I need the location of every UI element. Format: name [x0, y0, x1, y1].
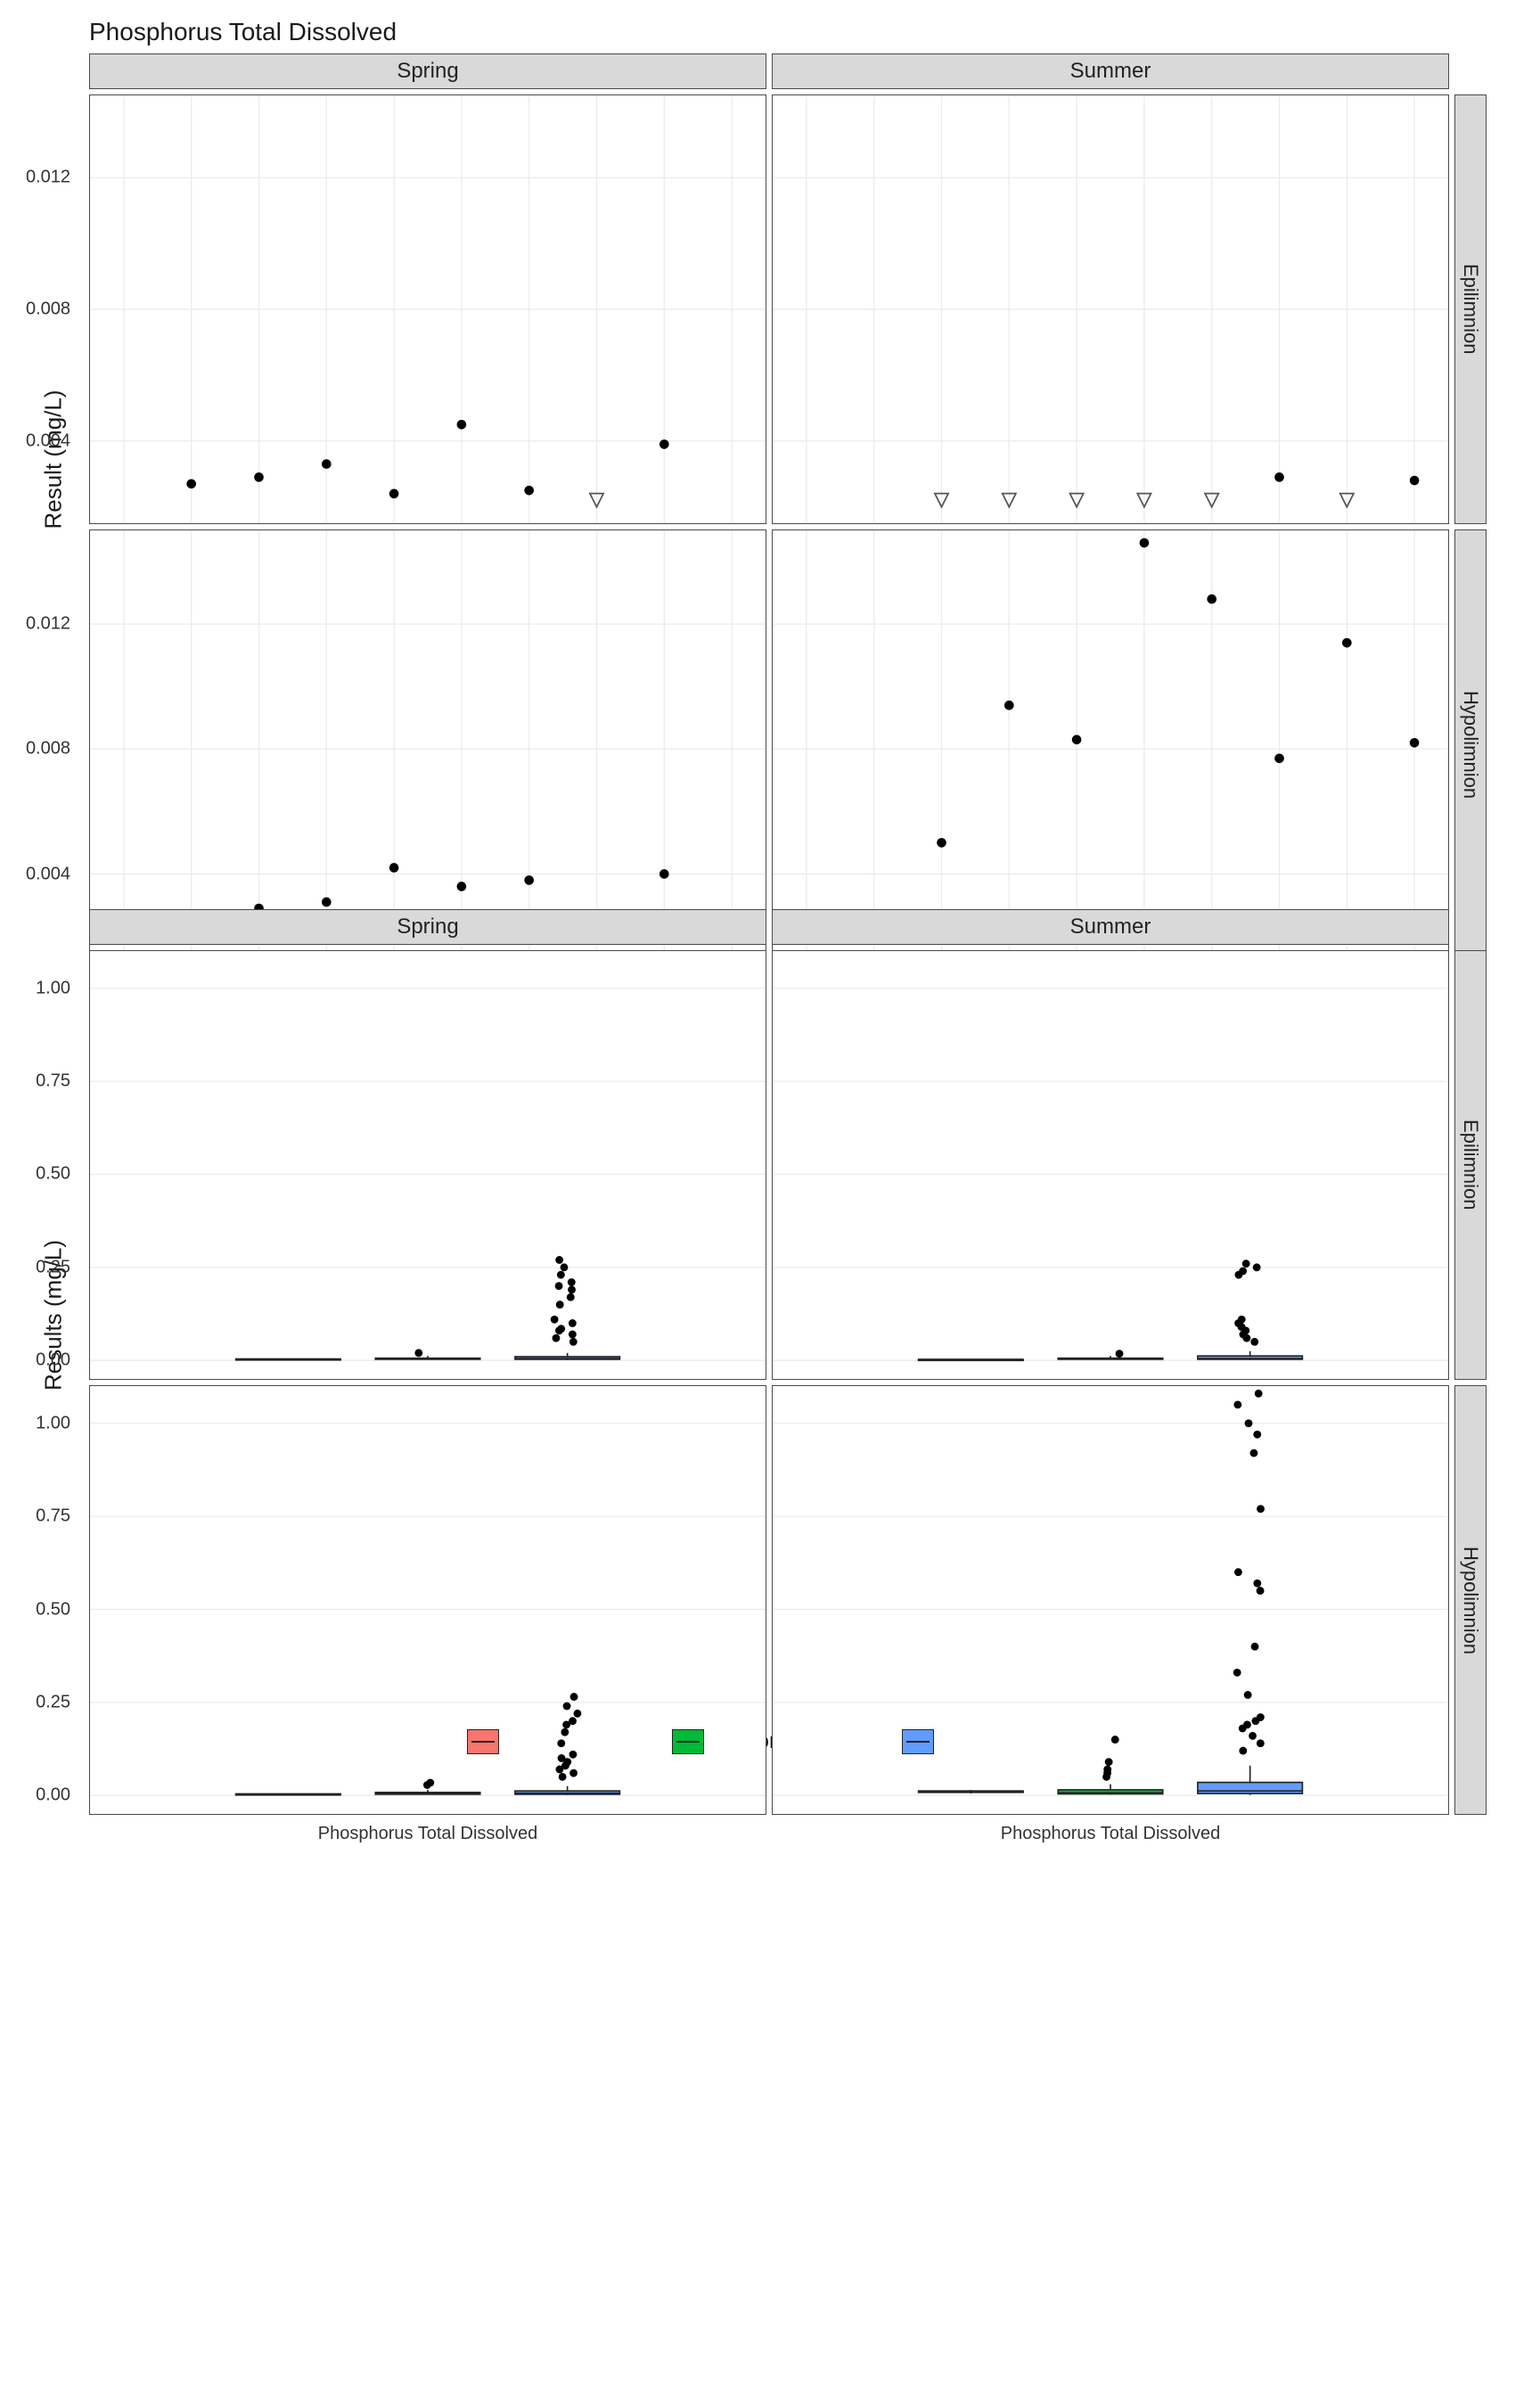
- boxplot-chart: Comparison with Network Data Results (mg…: [18, 874, 1522, 1694]
- scatter-title: Phosphorus Total Dissolved: [89, 18, 1522, 46]
- row-strip-hypolimnion: Hypolimnion: [1454, 529, 1487, 959]
- panel-spring-epilimnion-box: 0.000.250.500.751.00: [89, 950, 766, 1380]
- x-cat-summer: Phosphorus Total Dissolved: [779, 1824, 1442, 1856]
- col-strip-summer-2: Summer: [772, 909, 1449, 945]
- col-strip-summer: Summer: [772, 53, 1449, 89]
- boxplot-x-ticks: Phosphorus Total Dissolved Phosphorus To…: [89, 1820, 1449, 1856]
- panel-summer-hypolimnion: [772, 529, 1449, 959]
- row-strip-hypolimnion-2: Hypolimnion: [1454, 1385, 1487, 1815]
- panel-spring-epilimnion: 0.0040.0080.012: [89, 94, 766, 524]
- col-strip-spring: Spring: [89, 53, 766, 89]
- row-strip-epilimnion: Epilimnion: [1454, 94, 1487, 524]
- legend-box-icon: [467, 1729, 499, 1754]
- legend-box-icon: [902, 1729, 934, 1754]
- scatter-chart: Phosphorus Total Dissolved Result (mg/L)…: [18, 18, 1522, 838]
- panel-summer-epilimnion-box: [772, 950, 1449, 1380]
- boxplot-facet-grid: Results (mg/L) Spring Summer 0.000.250.5…: [89, 909, 1487, 1694]
- panel-summer-hypolimnion-box: [772, 1385, 1449, 1815]
- panel-spring-hypolimnion: 0.0040.0080.012: [89, 529, 766, 959]
- col-strip-spring-2: Spring: [89, 909, 766, 945]
- scatter-facet-grid: Result (mg/L) Spring Summer 0.0040.0080.…: [89, 53, 1487, 838]
- panel-spring-hypolimnion-box: 0.000.250.500.751.00: [89, 1385, 766, 1815]
- row-strip-epilimnion-2: Epilimnion: [1454, 950, 1487, 1380]
- legend-box-icon: [672, 1729, 704, 1754]
- scatter-y-label: Result (mg/L): [40, 390, 68, 529]
- x-cat-spring: Phosphorus Total Dissolved: [96, 1824, 759, 1856]
- panel-summer-epilimnion: [772, 94, 1449, 524]
